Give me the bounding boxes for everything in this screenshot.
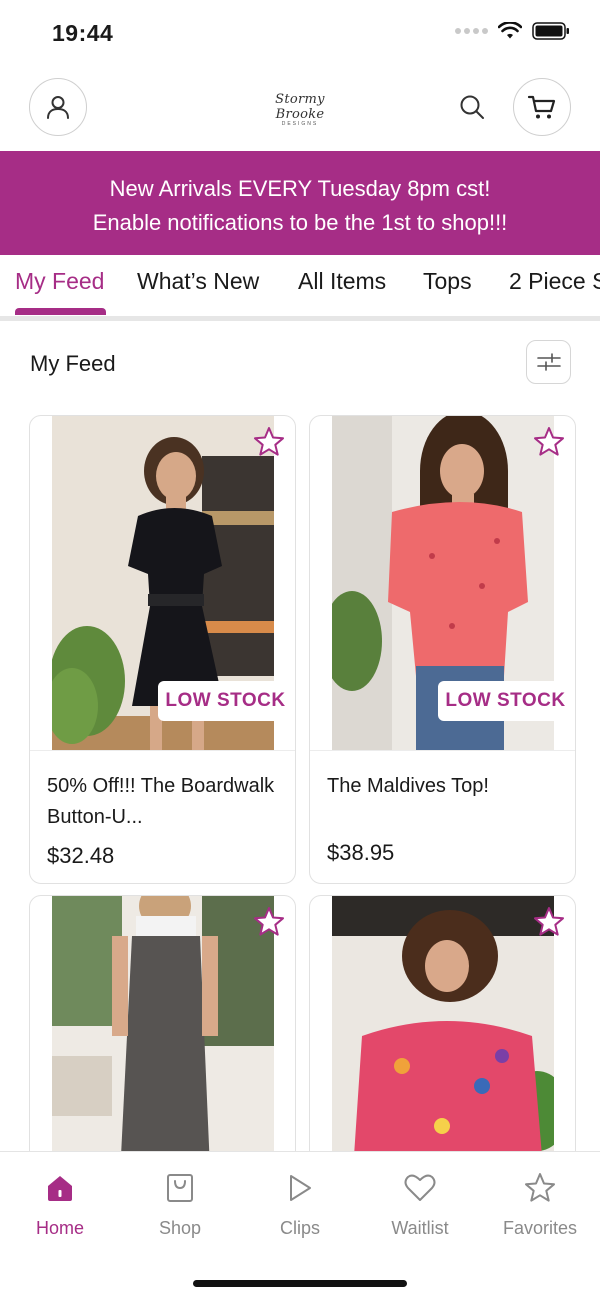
favorite-star-icon[interactable] [532,905,566,939]
promo-banner[interactable]: New Arrivals EVERY Tuesday 8pm cst! Enab… [0,151,600,255]
brand-logo[interactable]: Stormy Brooke DESIGNS [250,92,350,127]
home-indicator[interactable] [193,1280,407,1287]
nav-favorites[interactable]: Favorites [480,1168,600,1239]
favorite-star-icon[interactable] [252,425,286,459]
product-image[interactable]: LOW STOCK [310,416,575,750]
tab-all-items[interactable]: All Items [298,268,386,295]
low-stock-badge: LOW STOCK [158,681,293,721]
product-card[interactable]: LOW STOCK The Maldives Top! $38.95 [309,415,576,884]
nav-clips[interactable]: Clips [240,1168,360,1239]
search-button[interactable] [455,90,489,124]
wifi-icon [498,22,522,39]
status-indicators [455,22,570,40]
cellular-signal-icon [455,28,488,34]
tab-tops[interactable]: Tops [423,268,472,295]
user-icon [47,96,69,119]
product-image[interactable]: LOW STOCK [30,416,295,750]
battery-icon [532,22,569,40]
product-card[interactable] [309,895,576,1195]
tab-my-feed[interactable]: My Feed [15,268,104,295]
home-icon [48,1176,72,1201]
low-stock-badge: LOW STOCK [438,681,573,721]
tab-whats-new[interactable]: What’s New [137,268,259,295]
cart-icon [527,95,556,119]
tabs-divider [0,316,600,321]
star-icon [525,1173,555,1202]
banner-line-2: Enable notifications to be the 1st to sh… [92,210,508,235]
section-title: My Feed [30,351,116,376]
active-tab-indicator [15,308,106,315]
status-time: 19:44 [52,20,114,46]
nav-home[interactable]: Home [0,1168,120,1239]
product-name: The Maldives Top! [327,775,489,797]
app-header: Stormy Brooke DESIGNS [0,78,600,138]
status-bar: 19:44 [0,0,600,66]
product-card[interactable]: LOW STOCK 50% Off!!! The Boardwalk Butto… [29,415,296,884]
tab-2-piece-sets[interactable]: 2 Piece S [509,268,600,295]
product-price: $38.95 [327,840,395,865]
nav-shop[interactable]: Shop [120,1168,240,1239]
bottom-navigation: Home Shop Clips Waitlist Favorites [0,1151,600,1299]
product-price: $32.48 [47,843,115,868]
filter-button[interactable] [526,340,571,384]
favorite-star-icon[interactable] [252,905,286,939]
banner-line-1: New Arrivals EVERY Tuesday 8pm cst! [109,176,491,201]
favorite-star-icon[interactable] [532,425,566,459]
product-info[interactable]: 50% Off!!! The Boardwalk Button-U... $32… [30,750,295,883]
cart-button[interactable] [513,78,571,136]
play-icon [290,1175,311,1201]
search-icon [460,95,484,119]
sliders-icon [536,353,561,371]
product-card[interactable] [29,895,296,1195]
account-button[interactable] [29,78,87,136]
category-tabs: My Feed What’s New All Items Tops 2 Piec… [0,255,600,317]
shopping-bag-icon [167,1174,193,1202]
product-info[interactable]: The Maldives Top! $38.95 [310,750,575,883]
product-name: 50% Off!!! The Boardwalk Button-U... [47,775,275,828]
heart-icon [404,1174,436,1201]
nav-waitlist[interactable]: Waitlist [360,1168,480,1239]
